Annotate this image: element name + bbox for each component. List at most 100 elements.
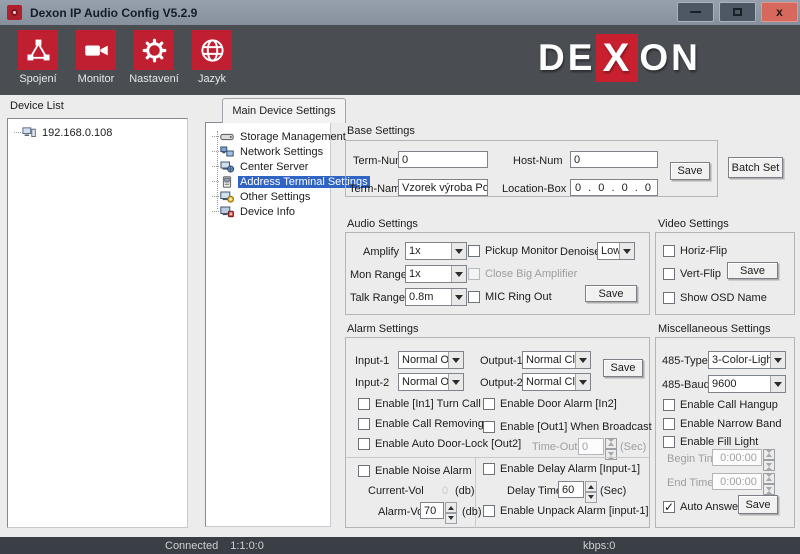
device-list-item[interactable]: 192.168.0.108 [8,125,187,140]
maximize-button[interactable] [719,2,756,22]
checkbox-icon [663,268,675,280]
misc-save-button[interactable]: Save [738,495,778,514]
delay-time-label: Delay Time [507,485,562,497]
delay-time-spinner[interactable]: 60 [558,481,597,498]
checkbox-icon [483,463,495,475]
spin-up-icon[interactable] [585,481,597,492]
checkbox-icon [468,291,480,303]
talk-range-label: Talk Range [350,292,405,304]
logo-x-box: X [596,34,638,82]
logo-text-post: ON [639,37,701,79]
base-save-button[interactable]: Save [670,162,710,180]
input2-label: Input-2 [355,377,389,389]
dropdown-arrow-icon[interactable] [448,352,463,368]
term-num-label: Term-Num [353,155,404,167]
term-num-input[interactable]: 0 [398,151,488,168]
host-num-input[interactable]: 0 [570,151,658,168]
mic-ring-out-checkbox[interactable]: MIC Ring Out [468,290,552,303]
close-button[interactable]: x [761,2,798,22]
globe-icon [192,30,232,70]
audio-save-button[interactable]: Save [585,285,637,302]
485-type-select[interactable]: 3-Color-Light [708,351,786,369]
toolbar-button-jazyk[interactable]: Jazyk [184,30,240,85]
input1-select[interactable]: Normal Open [398,351,464,369]
enable-noise-alarm-checkbox[interactable]: Enable Noise Alarm [358,464,472,477]
spin-up-icon[interactable] [445,502,457,513]
enable-door-alarm-checkbox[interactable]: Enable Door Alarm [In2] [483,397,617,410]
enable-delay-alarm-checkbox[interactable]: Enable Delay Alarm [Input-1] [483,462,640,475]
input2-select[interactable]: Normal Open [398,373,464,391]
tree-item-network-settings[interactable]: Network Settings [206,144,330,159]
dropdown-arrow-icon[interactable] [770,352,785,368]
output2-select[interactable]: Normal Close [522,373,591,391]
tree-item-storage-management[interactable]: Storage Management [206,129,330,144]
video-settings-title: Video Settings [658,218,729,230]
horiz-flip-checkbox[interactable]: Horiz-Flip [663,244,727,257]
current-vol-label: Current-Vol [368,485,424,497]
minimize-button[interactable] [677,2,714,22]
output1-label: Output-1 [480,355,523,367]
enable-in1-turn-call-checkbox[interactable]: Enable [In1] Turn Call [358,397,481,410]
dropdown-arrow-icon[interactable] [575,352,590,368]
enable-out1-broadcast-checkbox[interactable]: Enable [Out1] When Broadcast [483,420,652,433]
spin-down-icon[interactable] [445,513,457,524]
toolbar-button-spojeni[interactable]: Spojení [10,30,66,85]
video-save-button[interactable]: Save [727,262,778,279]
toolbar-button-monitor[interactable]: Monitor [68,30,124,85]
toolbar-button-nastaveni[interactable]: Nastavení [126,30,182,85]
batch-set-button[interactable]: Batch Set [728,157,783,178]
485-baud-select[interactable]: 9600 [708,375,786,393]
connection-status: Connected [165,540,218,552]
term-name-input[interactable]: Vzorek výroba PoE + a [398,179,488,196]
mon-range-select[interactable]: 1x [405,265,467,283]
dropdown-arrow-icon[interactable] [619,243,634,259]
alarm-horizontal-divider [346,457,649,458]
vert-flip-checkbox[interactable]: Vert-Flip [663,267,721,280]
app-window: Dexon IP Audio Config V5.2.9 x Spojení M… [0,0,800,554]
terminal-icon [220,176,234,188]
settings-tree-panel[interactable]: Storage Management Network Settings Cent… [205,122,331,527]
close-icon: x [776,6,783,18]
alarm-vol-spinner[interactable]: 70 [420,502,457,519]
time-out-label: Time-Out [532,441,577,453]
enable-auto-door-lock-checkbox[interactable]: Enable Auto Door-Lock [Out2] [358,437,521,450]
talk-range-select[interactable]: 0.8m [405,288,467,306]
pickup-monitor-checkbox[interactable]: Pickup Monitor [468,244,558,257]
alarm-save-button[interactable]: Save [603,359,643,377]
dropdown-arrow-icon[interactable] [451,289,466,305]
auto-answer-checkbox[interactable]: Auto Answer [663,500,742,513]
toolbar-label: Jazyk [198,73,226,85]
dropdown-arrow-icon[interactable] [770,376,785,392]
tree-item-device-info[interactable]: Device Info [206,204,330,219]
device-list-panel[interactable]: 192.168.0.108 [7,118,188,528]
spin-down-icon[interactable] [585,492,597,503]
enable-call-removing-checkbox[interactable]: Enable Call Removing [358,417,484,430]
enable-unpack-alarm-checkbox[interactable]: Enable Unpack Alarm [input-1] [483,504,649,517]
output1-select[interactable]: Normal Close [522,351,591,369]
enable-call-hangup-checkbox[interactable]: Enable Call Hangup [663,398,778,411]
device-ip: 192.168.0.108 [40,127,114,139]
show-osd-name-checkbox[interactable]: Show OSD Name [663,291,767,304]
tab-main-device-settings[interactable]: Main Device Settings [222,98,346,123]
mon-range-label: Mon Range [350,269,407,281]
checkbox-icon [483,421,495,433]
enable-narrow-band-checkbox[interactable]: Enable Narrow Band [663,417,782,430]
dropdown-arrow-icon[interactable] [448,374,463,390]
begin-time-spinner: 0:00:00 [712,449,775,466]
tree-item-other-settings[interactable]: Other Settings [206,189,330,204]
denoise-label: Denoise [560,246,600,258]
dropdown-arrow-icon[interactable] [575,374,590,390]
time-out-unit: (Sec) [620,441,646,453]
enable-fill-light-checkbox[interactable]: Enable Fill Light [663,435,758,448]
location-box-ip-input[interactable]: 0 . 0 . 0 . 0 [570,179,658,196]
audio-settings-title: Audio Settings [347,218,418,230]
spin-up-icon [605,438,617,449]
tree-item-address-terminal-settings[interactable]: Address Terminal Settings [206,174,330,189]
amplify-select[interactable]: 1x [405,242,467,260]
tree-item-center-server[interactable]: Center Server [206,159,330,174]
base-settings-title: Base Settings [347,125,415,137]
denoise-select[interactable]: Low [597,242,635,260]
dropdown-arrow-icon[interactable] [451,266,466,282]
dropdown-arrow-icon[interactable] [451,243,466,259]
input1-label: Input-1 [355,355,389,367]
